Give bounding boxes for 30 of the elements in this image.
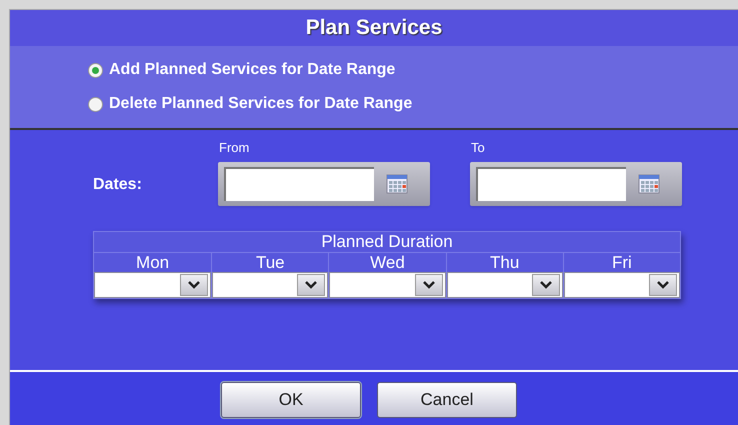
date-field[interactable]: [224, 166, 374, 200]
date-caption: To: [471, 139, 486, 157]
chevron-icon: [532, 274, 560, 296]
duration-dropdown[interactable]: [446, 272, 563, 298]
dates-label: Dates:: [93, 175, 143, 195]
chevron-icon: [297, 274, 326, 296]
duration-dropdown[interactable]: [564, 272, 680, 298]
radio-option[interactable]: Add Planned Services for Date Range: [88, 58, 738, 82]
duration-title: Planned Duration: [94, 232, 680, 252]
dialog-button[interactable]: Cancel: [377, 382, 517, 418]
dialog-button[interactable]: OK: [221, 382, 361, 418]
day-header: Fri: [610, 252, 633, 272]
duration-dropdown[interactable]: [94, 272, 212, 298]
day-header: Wed: [369, 252, 406, 272]
radio-button[interactable]: [88, 62, 103, 78]
chevron-icon: [180, 274, 208, 296]
calendar-icon[interactable]: [386, 174, 408, 194]
day-header: Thu: [489, 252, 520, 272]
chevron-icon: [648, 274, 677, 296]
duration-dropdown[interactable]: [329, 272, 446, 298]
chevron-icon: [414, 274, 443, 296]
calendar-icon[interactable]: [638, 174, 660, 194]
date-caption: From: [219, 139, 250, 157]
day-header: Tue: [254, 252, 286, 272]
date-field[interactable]: [476, 166, 626, 200]
radio-button[interactable]: [88, 96, 103, 112]
radio-option[interactable]: Delete Planned Services for Date Range: [88, 92, 738, 116]
dialog-title: Plan Services: [306, 15, 442, 42]
day-header: Mon: [135, 252, 170, 272]
duration-dropdown[interactable]: [212, 272, 328, 298]
